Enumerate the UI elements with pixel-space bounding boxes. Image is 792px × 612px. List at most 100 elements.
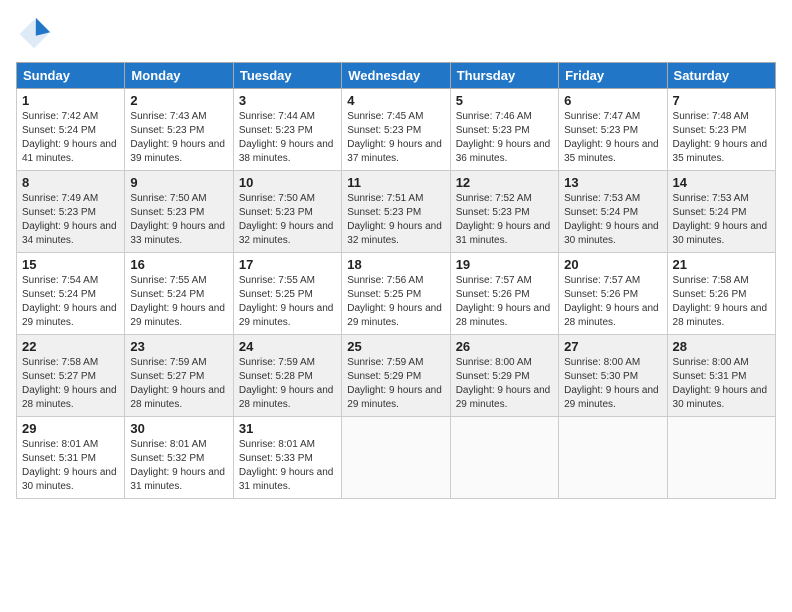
calendar-header-row: SundayMondayTuesdayWednesdayThursdayFrid… bbox=[17, 63, 776, 89]
day-number: 23 bbox=[130, 339, 227, 354]
day-number: 14 bbox=[673, 175, 770, 190]
header bbox=[16, 16, 776, 52]
calendar-cell: 29 Sunrise: 8:01 AMSunset: 5:31 PMDayligh… bbox=[17, 417, 125, 499]
day-number: 22 bbox=[22, 339, 119, 354]
day-number: 18 bbox=[347, 257, 444, 272]
weekday-header: Tuesday bbox=[233, 63, 341, 89]
day-number: 3 bbox=[239, 93, 336, 108]
day-info: Sunrise: 8:01 AMSunset: 5:31 PMDaylight:… bbox=[22, 438, 119, 494]
day-info: Sunrise: 8:01 AMSunset: 5:32 PMDaylight:… bbox=[130, 438, 227, 494]
day-number: 19 bbox=[456, 257, 553, 272]
logo bbox=[16, 16, 56, 52]
calendar-body: 1 Sunrise: 7:42 AMSunset: 5:24 PMDaylight… bbox=[17, 89, 776, 499]
calendar-cell bbox=[450, 417, 558, 499]
day-number: 12 bbox=[456, 175, 553, 190]
day-info: Sunrise: 7:50 AMSunset: 5:23 PMDaylight:… bbox=[130, 192, 227, 248]
day-info: Sunrise: 7:53 AMSunset: 5:24 PMDaylight:… bbox=[564, 192, 661, 248]
calendar-cell: 3 Sunrise: 7:44 AMSunset: 5:23 PMDaylight… bbox=[233, 89, 341, 171]
day-info: Sunrise: 7:58 AMSunset: 5:27 PMDaylight:… bbox=[22, 356, 119, 412]
day-info: Sunrise: 7:55 AMSunset: 5:24 PMDaylight:… bbox=[130, 274, 227, 330]
calendar-cell: 25 Sunrise: 7:59 AMSunset: 5:29 PMDayligh… bbox=[342, 335, 450, 417]
calendar-cell: 20 Sunrise: 7:57 AMSunset: 5:26 PMDayligh… bbox=[559, 253, 667, 335]
day-number: 25 bbox=[347, 339, 444, 354]
day-info: Sunrise: 7:47 AMSunset: 5:23 PMDaylight:… bbox=[564, 110, 661, 166]
day-info: Sunrise: 7:50 AMSunset: 5:23 PMDaylight:… bbox=[239, 192, 336, 248]
day-number: 1 bbox=[22, 93, 119, 108]
weekday-header: Saturday bbox=[667, 63, 775, 89]
day-info: Sunrise: 7:48 AMSunset: 5:23 PMDaylight:… bbox=[673, 110, 770, 166]
day-number: 9 bbox=[130, 175, 227, 190]
day-number: 13 bbox=[564, 175, 661, 190]
calendar-cell: 10 Sunrise: 7:50 AMSunset: 5:23 PMDayligh… bbox=[233, 171, 341, 253]
day-info: Sunrise: 7:44 AMSunset: 5:23 PMDaylight:… bbox=[239, 110, 336, 166]
day-number: 20 bbox=[564, 257, 661, 272]
calendar-week-row: 1 Sunrise: 7:42 AMSunset: 5:24 PMDaylight… bbox=[17, 89, 776, 171]
day-number: 8 bbox=[22, 175, 119, 190]
day-info: Sunrise: 7:45 AMSunset: 5:23 PMDaylight:… bbox=[347, 110, 444, 166]
day-number: 15 bbox=[22, 257, 119, 272]
day-info: Sunrise: 7:59 AMSunset: 5:27 PMDaylight:… bbox=[130, 356, 227, 412]
calendar-week-row: 15 Sunrise: 7:54 AMSunset: 5:24 PMDayligh… bbox=[17, 253, 776, 335]
calendar-cell: 13 Sunrise: 7:53 AMSunset: 5:24 PMDayligh… bbox=[559, 171, 667, 253]
weekday-header: Thursday bbox=[450, 63, 558, 89]
weekday-header: Monday bbox=[125, 63, 233, 89]
day-info: Sunrise: 7:57 AMSunset: 5:26 PMDaylight:… bbox=[564, 274, 661, 330]
day-number: 27 bbox=[564, 339, 661, 354]
day-number: 4 bbox=[347, 93, 444, 108]
calendar-cell: 7 Sunrise: 7:48 AMSunset: 5:23 PMDaylight… bbox=[667, 89, 775, 171]
day-info: Sunrise: 7:52 AMSunset: 5:23 PMDaylight:… bbox=[456, 192, 553, 248]
calendar-cell bbox=[559, 417, 667, 499]
day-number: 30 bbox=[130, 421, 227, 436]
calendar-cell: 31 Sunrise: 8:01 AMSunset: 5:33 PMDayligh… bbox=[233, 417, 341, 499]
weekday-header: Friday bbox=[559, 63, 667, 89]
calendar-cell: 15 Sunrise: 7:54 AMSunset: 5:24 PMDayligh… bbox=[17, 253, 125, 335]
calendar-cell: 23 Sunrise: 7:59 AMSunset: 5:27 PMDayligh… bbox=[125, 335, 233, 417]
calendar-cell: 11 Sunrise: 7:51 AMSunset: 5:23 PMDayligh… bbox=[342, 171, 450, 253]
day-number: 28 bbox=[673, 339, 770, 354]
calendar-cell: 18 Sunrise: 7:56 AMSunset: 5:25 PMDayligh… bbox=[342, 253, 450, 335]
day-info: Sunrise: 7:59 AMSunset: 5:28 PMDaylight:… bbox=[239, 356, 336, 412]
calendar-cell: 8 Sunrise: 7:49 AMSunset: 5:23 PMDaylight… bbox=[17, 171, 125, 253]
calendar-cell: 9 Sunrise: 7:50 AMSunset: 5:23 PMDaylight… bbox=[125, 171, 233, 253]
day-info: Sunrise: 7:56 AMSunset: 5:25 PMDaylight:… bbox=[347, 274, 444, 330]
day-info: Sunrise: 8:00 AMSunset: 5:30 PMDaylight:… bbox=[564, 356, 661, 412]
day-info: Sunrise: 7:59 AMSunset: 5:29 PMDaylight:… bbox=[347, 356, 444, 412]
day-number: 11 bbox=[347, 175, 444, 190]
day-info: Sunrise: 7:42 AMSunset: 5:24 PMDaylight:… bbox=[22, 110, 119, 166]
day-info: Sunrise: 8:01 AMSunset: 5:33 PMDaylight:… bbox=[239, 438, 336, 494]
day-number: 16 bbox=[130, 257, 227, 272]
day-info: Sunrise: 7:43 AMSunset: 5:23 PMDaylight:… bbox=[130, 110, 227, 166]
calendar-cell: 14 Sunrise: 7:53 AMSunset: 5:24 PMDayligh… bbox=[667, 171, 775, 253]
day-info: Sunrise: 7:54 AMSunset: 5:24 PMDaylight:… bbox=[22, 274, 119, 330]
calendar-cell: 19Sunrise: 7:57 AMSunset: 5:26 PMDayligh… bbox=[450, 253, 558, 335]
calendar-cell bbox=[667, 417, 775, 499]
day-number: 5 bbox=[456, 93, 553, 108]
logo-icon bbox=[16, 16, 52, 52]
weekday-header: Wednesday bbox=[342, 63, 450, 89]
day-info: Sunrise: 8:00 AMSunset: 5:29 PMDaylight:… bbox=[456, 356, 553, 412]
weekday-header: Sunday bbox=[17, 63, 125, 89]
calendar-cell: 30 Sunrise: 8:01 AMSunset: 5:32 PMDayligh… bbox=[125, 417, 233, 499]
calendar-cell bbox=[342, 417, 450, 499]
day-number: 2 bbox=[130, 93, 227, 108]
day-number: 10 bbox=[239, 175, 336, 190]
day-number: 7 bbox=[673, 93, 770, 108]
calendar-cell: 2 Sunrise: 7:43 AMSunset: 5:23 PMDaylight… bbox=[125, 89, 233, 171]
day-info: Sunrise: 7:58 AMSunset: 5:26 PMDaylight:… bbox=[673, 274, 770, 330]
day-number: 31 bbox=[239, 421, 336, 436]
day-info: Sunrise: 7:49 AMSunset: 5:23 PMDaylight:… bbox=[22, 192, 119, 248]
day-info: Sunrise: 8:00 AMSunset: 5:31 PMDaylight:… bbox=[673, 356, 770, 412]
calendar-week-row: 8 Sunrise: 7:49 AMSunset: 5:23 PMDaylight… bbox=[17, 171, 776, 253]
calendar-week-row: 22 Sunrise: 7:58 AMSunset: 5:27 PMDayligh… bbox=[17, 335, 776, 417]
day-info: Sunrise: 7:51 AMSunset: 5:23 PMDaylight:… bbox=[347, 192, 444, 248]
calendar-cell: 12 Sunrise: 7:52 AMSunset: 5:23 PMDayligh… bbox=[450, 171, 558, 253]
day-number: 29 bbox=[22, 421, 119, 436]
calendar-cell: 21 Sunrise: 7:58 AMSunset: 5:26 PMDayligh… bbox=[667, 253, 775, 335]
calendar-cell: 16 Sunrise: 7:55 AMSunset: 5:24 PMDayligh… bbox=[125, 253, 233, 335]
day-info: Sunrise: 7:53 AMSunset: 5:24 PMDaylight:… bbox=[673, 192, 770, 248]
day-info: Sunrise: 7:55 AMSunset: 5:25 PMDaylight:… bbox=[239, 274, 336, 330]
day-number: 21 bbox=[673, 257, 770, 272]
calendar-cell: 24Sunrise: 7:59 AMSunset: 5:28 PMDayligh… bbox=[233, 335, 341, 417]
calendar-cell: 1 Sunrise: 7:42 AMSunset: 5:24 PMDaylight… bbox=[17, 89, 125, 171]
calendar-cell: 27 Sunrise: 8:00 AMSunset: 5:30 PMDayligh… bbox=[559, 335, 667, 417]
